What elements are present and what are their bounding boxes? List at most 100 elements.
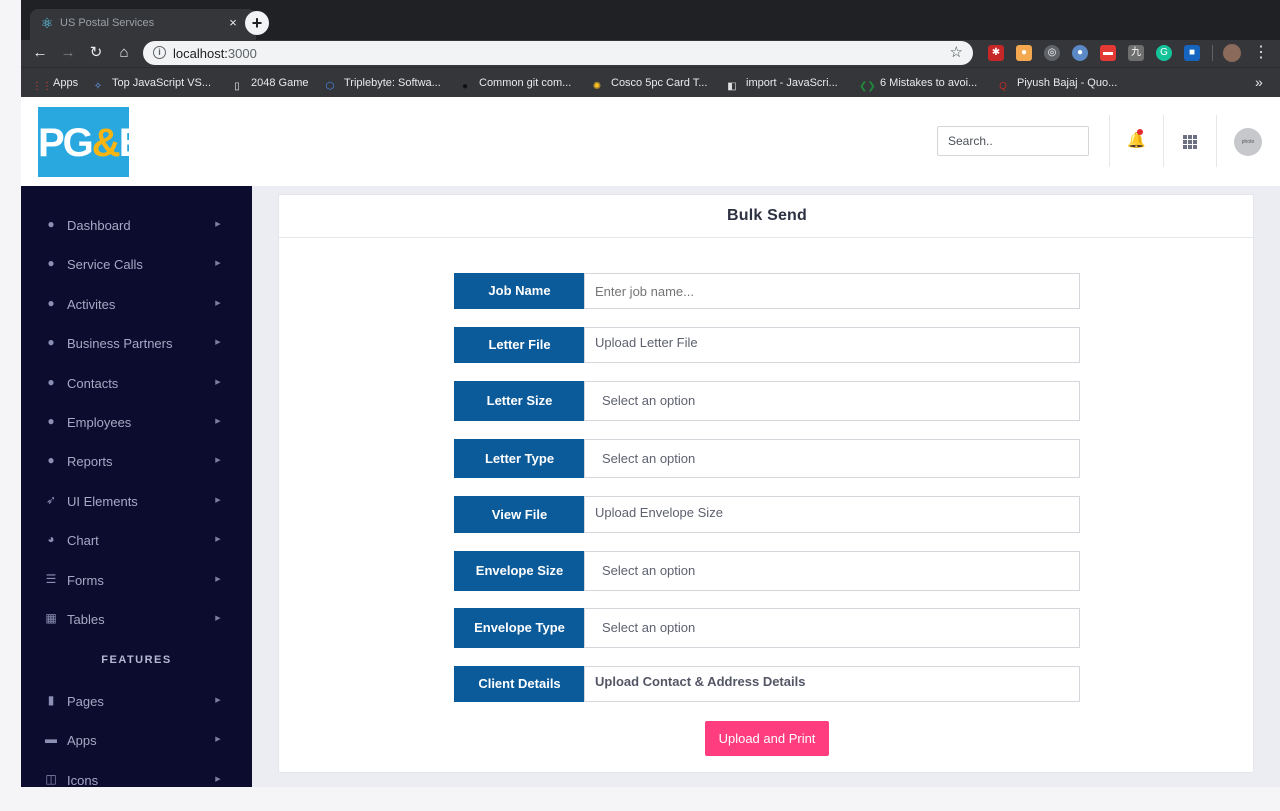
view-file-label: View File	[454, 496, 585, 533]
user-circle-icon: ●	[47, 335, 55, 350]
sidebar-item-label: Reports	[67, 454, 113, 470]
bookmark-7[interactable]: ❮❯ 6 Mistakes to avoi...	[859, 75, 977, 92]
bookmark-label: Top JavaScript VS...	[112, 77, 212, 89]
bookmark-3[interactable]: ⬡ Triplebyte: Softwa...	[323, 75, 441, 92]
bookmark-star-icon[interactable]: ☆	[950, 44, 963, 62]
sidebar-item-activites[interactable]: ● Activites ▶	[21, 289, 252, 319]
info-icon[interactable]: i	[153, 46, 166, 59]
quora-icon: Q	[999, 81, 1007, 92]
sidebar-item-ui-elements[interactable]: ➶ UI Elements ▶	[21, 486, 252, 516]
envelope-size-select[interactable]: Select an option	[584, 551, 1080, 591]
bulk-send-card: Bulk Send Upload and Print Job Name Lette…	[278, 194, 1255, 773]
sidebar-item-label: Apps	[67, 733, 97, 749]
bookmark-label: Cosco 5pc Card T...	[611, 77, 708, 89]
letter-type-select[interactable]: Select an option	[584, 439, 1080, 478]
extension-icon[interactable]: ●	[1016, 45, 1032, 61]
job-name-label: Job Name	[454, 273, 585, 309]
view-file-upload[interactable]: Upload Envelope Size	[584, 496, 1080, 533]
chevron-right-icon: ▶	[215, 418, 221, 425]
sidebar-item-business-partners[interactable]: ● Business Partners ▶	[21, 328, 252, 358]
stackoverflow-icon: ◧	[727, 81, 737, 92]
extension-icon[interactable]: 九	[1128, 45, 1144, 61]
pge-logo[interactable]: PG&E	[38, 107, 145, 177]
home-icon[interactable]: ⌂	[115, 44, 133, 62]
sidebar-item-contacts[interactable]: ● Contacts ▶	[21, 368, 252, 398]
browser-chrome: ⚛ US Postal Services × + ← → ↻ ⌂ i local…	[21, 0, 1280, 97]
bookmark-5[interactable]: ✺ Cosco 5pc Card T...	[590, 75, 708, 92]
job-name-input[interactable]	[584, 273, 1080, 309]
extension-icon[interactable]: ■	[1184, 45, 1200, 61]
forward-icon[interactable]: →	[59, 44, 77, 62]
user-avatar[interactable]: photo	[1234, 128, 1262, 156]
extension-icon[interactable]: ●	[1072, 45, 1088, 61]
bookmark-1[interactable]: ✧ Top JavaScript VS...	[91, 75, 212, 92]
bookmark-label: Triplebyte: Softwa...	[344, 77, 441, 89]
react-icon: ⚛	[40, 15, 54, 31]
page-bottom	[21, 787, 1280, 811]
letter-size-select[interactable]: Select an option	[584, 381, 1080, 421]
sidebar-item-pages[interactable]: ▮ Pages ▶	[21, 686, 252, 716]
sidebar-item-apps[interactable]: ▬ Apps ▶	[21, 725, 252, 755]
page-title: Bulk Send	[726, 207, 808, 224]
sidebar-item-icons[interactable]: ◫ Icons ▶	[21, 765, 252, 787]
bookmark-2[interactable]: ▯ 2048 Game	[230, 75, 309, 92]
apps-grid-icon[interactable]	[1183, 135, 1197, 149]
sidebar-item-label: Service Calls	[67, 257, 143, 273]
bookmark-8[interactable]: Q Piyush Bajaj - Quo...	[996, 75, 1117, 92]
client-details-label: Client Details	[454, 666, 585, 702]
user-circle-icon: ●	[47, 295, 55, 310]
sidebar-item-forms[interactable]: ☰ Forms ▶	[21, 565, 252, 595]
sidebar-item-label: Forms	[67, 572, 104, 588]
header-divider	[1163, 115, 1164, 167]
chevron-right-icon: ▶	[215, 496, 221, 504]
new-tab-button[interactable]: +	[245, 11, 269, 35]
app-header: PG&E 🔔 photo	[21, 97, 1280, 186]
chevron-right-icon: ▶	[215, 457, 221, 465]
letter-file-upload[interactable]: Upload Letter File	[584, 327, 1080, 363]
bookmarks-more-icon[interactable]: »	[1255, 74, 1263, 90]
grammarly-icon[interactable]: G	[1156, 45, 1172, 61]
back-icon[interactable]: ←	[31, 44, 49, 62]
client-details-upload[interactable]: Upload Contact & Address Details	[584, 666, 1080, 702]
bookmark-6[interactable]: ◧ import - JavaScri...	[725, 75, 837, 92]
tab-strip: ⚛ US Postal Services × +	[21, 0, 1280, 40]
sidebar-item-chart[interactable]: ◕ Chart ▶	[21, 525, 252, 555]
profile-avatar[interactable]	[1223, 44, 1241, 62]
chevron-right-icon: ▶	[215, 575, 221, 583]
walmart-icon: ✺	[592, 81, 602, 92]
sidebar-item-label: Pages	[67, 694, 104, 709]
more-menu-icon[interactable]: ⋮	[1253, 44, 1269, 62]
bookmark-0[interactable]: ⋮⋮Apps	[32, 75, 78, 92]
sidebar-item-label: Business Partners	[67, 336, 173, 352]
letter-type-label: Letter Type	[454, 439, 585, 478]
close-tab-icon[interactable]: ×	[225, 15, 241, 31]
page-icon: ▯	[234, 81, 240, 92]
extension-icon[interactable]: ◎	[1044, 45, 1060, 61]
letter-file-label: Letter File	[454, 327, 585, 363]
apps-grid-icon: ⋮⋮	[32, 81, 52, 92]
search-input[interactable]	[937, 126, 1089, 156]
browser-tab[interactable]: ⚛ US Postal Services ×	[30, 9, 256, 40]
sidebar-item-reports[interactable]: ● Reports ▶	[21, 446, 252, 476]
bookmark-label: 2048 Game	[251, 77, 309, 89]
sidebar-item-employees[interactable]: ● Employees ▶	[21, 407, 252, 437]
envelope-type-select[interactable]: Select an option	[584, 608, 1080, 648]
upload-and-print-button[interactable]: Upload and Print	[705, 721, 829, 756]
extension-icon[interactable]: ▬	[1100, 45, 1116, 61]
sidebar-item-tables[interactable]: ▦ Tables ▶	[21, 604, 252, 634]
card-divider	[279, 237, 1255, 238]
extension-icon[interactable]: ✱	[988, 45, 1004, 61]
code-icon: ❮❯	[859, 81, 876, 92]
sparkle-icon: ✧	[93, 81, 103, 92]
table-icon: ▦	[45, 611, 57, 625]
user-circle-icon: ●	[47, 414, 55, 428]
sidebar-item-dashboard[interactable]: ● Dashboard ▶	[21, 210, 252, 240]
sidebar-item-label: Icons	[67, 772, 99, 787]
bookmark-4[interactable]: ● Common git com...	[458, 75, 571, 92]
sidebar-item-service-calls[interactable]: ● Service Calls ▶	[21, 249, 252, 279]
reload-icon[interactable]: ↻	[87, 44, 105, 62]
form-icon: ☰	[45, 571, 57, 586]
rocket-icon: ➶	[45, 492, 57, 507]
sidebar-item-label: Dashboard	[67, 218, 131, 233]
address-bar[interactable]: i localhost:3000 ☆	[143, 41, 973, 65]
